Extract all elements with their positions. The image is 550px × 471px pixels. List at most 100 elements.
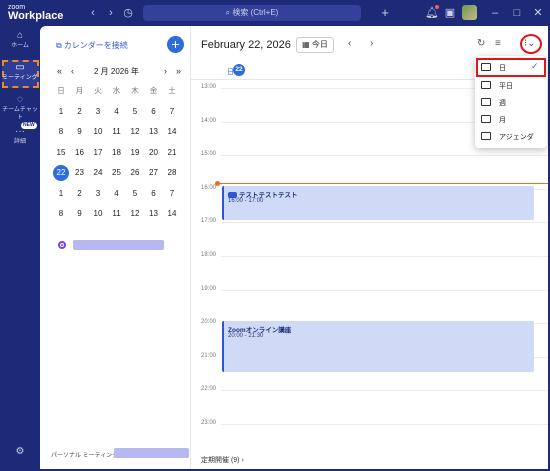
mini-day[interactable]: 2 [71,105,89,119]
mini-day[interactable]: 4 [108,187,126,201]
search-placeholder: 検索 (Ctrl+E) [232,8,279,17]
mini-day[interactable]: 4 [108,105,126,119]
hour-label: 15:00 [201,151,217,158]
chat-icon: ◌ [17,94,23,105]
view-option-month[interactable]: 月 [475,111,547,128]
event-time: 16:00 - 17:00 [228,198,264,204]
hour-label: 19:00 [201,285,217,292]
mini-day[interactable]: 7 [163,187,181,201]
mini-day[interactable]: 3 [89,105,107,119]
rail-item-meetings[interactable]: ▭ ミーティング [0,62,40,82]
hour-row[interactable]: 15:00 [191,151,548,157]
mini-day[interactable]: 16 [71,146,89,160]
hour-row[interactable]: 19:00 [191,286,548,292]
mini-day[interactable]: 10 [89,207,107,221]
prev-day-icon[interactable]: ‹ [348,38,351,49]
hour-row[interactable]: 22:00 [191,386,548,392]
weekdays-view-icon [481,81,491,89]
mini-day[interactable]: 21 [163,146,181,160]
mini-day[interactable]: 26 [126,166,144,180]
prev-month-icon[interactable]: ‹ [71,66,74,76]
mini-day[interactable]: 8 [52,207,70,221]
mini-day[interactable]: 13 [145,125,163,139]
add-event-button[interactable]: + [167,36,184,53]
weekday-header: 火 [94,86,102,95]
rail-item-more[interactable]: ··· 詳細 [0,126,40,146]
mini-day[interactable]: 17 [89,146,107,160]
mini-day[interactable]: 23 [71,166,89,180]
view-option-week[interactable]: 週 [475,94,547,111]
mini-day[interactable]: 2 [71,187,89,201]
title-bar: zoom Workplace ‹ › ◷ ⌕ 検索 (Ctrl+E) + 🔔︎ … [0,0,550,26]
mini-day[interactable]: 10 [89,125,107,139]
rail-item-settings[interactable]: ⚙ [0,446,40,458]
rail-team-chat-label: チームチャット [2,107,38,121]
event-card[interactable]: テストテストテスト 16:00 - 17:00 [222,186,534,220]
mini-day[interactable]: 1 [52,187,70,201]
mini-day[interactable]: 3 [89,187,107,201]
maximize-icon[interactable]: □ [510,6,524,20]
view-option-weekdays[interactable]: 平日 [475,77,547,94]
weekday-header: 金 [149,86,158,95]
close-icon[interactable]: ✕ [531,6,545,20]
mini-day[interactable]: 9 [71,207,89,221]
mini-day[interactable]: 15 [52,146,70,160]
rail-item-team-chat[interactable]: ◌ チームチャット [0,94,40,122]
back-icon[interactable]: ‹ [86,6,100,20]
filter-icon[interactable]: ≡ [495,38,501,49]
hour-gridline [221,256,548,257]
next-year-icon[interactable]: » [176,66,181,76]
hour-row[interactable]: 18:00 [191,252,548,258]
panel-icon[interactable]: ▣ [443,6,457,20]
today-button[interactable]: ▦ 今日 [296,37,334,53]
mini-day[interactable]: 13 [145,207,163,221]
mini-day[interactable]: 12 [126,125,144,139]
mini-day[interactable]: 18 [108,146,126,160]
prev-year-icon[interactable]: « [57,66,62,76]
minimize-icon[interactable]: – [488,6,502,20]
mini-day[interactable]: 8 [52,125,70,139]
view-option-agenda[interactable]: アジェンダ [475,128,547,145]
weekday-header: 土 [168,86,176,95]
mini-day[interactable]: 24 [89,166,107,180]
history-icon[interactable]: ◷ [121,6,135,20]
mini-day[interactable]: 12 [126,207,144,221]
mini-day[interactable]: 27 [145,166,163,180]
weekday-header: 月 [75,86,84,95]
hour-row[interactable]: 17:00 [191,218,548,224]
event-card[interactable]: Zoomオンライン講座 20:00 - 21:30 [222,321,534,372]
next-day-icon[interactable]: › [370,38,373,49]
search-input[interactable]: ⌕ 検索 (Ctrl+E) [143,5,361,21]
mini-day-today[interactable]: 22 [53,165,69,181]
mini-day[interactable]: 28 [163,166,181,180]
mini-day[interactable]: 14 [163,207,181,221]
new-icon[interactable]: + [378,6,392,20]
mini-day[interactable]: 14 [163,125,181,139]
mini-day[interactable]: 6 [145,105,163,119]
mini-day[interactable]: 11 [108,125,126,139]
rail-more-label: 詳細 [13,139,26,145]
hour-row[interactable]: 23:00 [191,420,548,426]
refresh-icon[interactable]: ↻ [477,38,485,49]
mini-day[interactable]: 11 [108,207,126,221]
forward-icon[interactable]: › [104,6,118,20]
avatar[interactable] [462,5,477,20]
mini-day[interactable]: 7 [163,105,181,119]
mini-day[interactable]: 6 [145,187,163,201]
mini-day[interactable]: 19 [126,146,144,160]
mini-day[interactable]: 25 [108,166,126,180]
mini-day[interactable]: 20 [145,146,163,160]
mini-day[interactable]: 5 [126,105,144,119]
mini-day[interactable]: 9 [71,125,89,139]
recurring-meetings-link[interactable]: 定期開催 (9) › [201,455,244,465]
day-number[interactable]: 22 [233,64,245,76]
month-view-icon [481,115,491,123]
next-month-icon[interactable]: › [164,66,167,76]
connect-calendar-link[interactable]: ⧉ カレンダーを接続 [56,40,128,51]
app-window: zoom Workplace ‹ › ◷ ⌕ 検索 (Ctrl+E) + 🔔︎ … [0,0,550,471]
mini-day[interactable]: 1 [52,105,70,119]
rail-item-home[interactable]: ⌂ ホーム [0,30,40,50]
mini-day[interactable]: 5 [126,187,144,201]
weekday-header: 木 [131,86,139,95]
calendar-icon: ▦ [302,40,312,49]
